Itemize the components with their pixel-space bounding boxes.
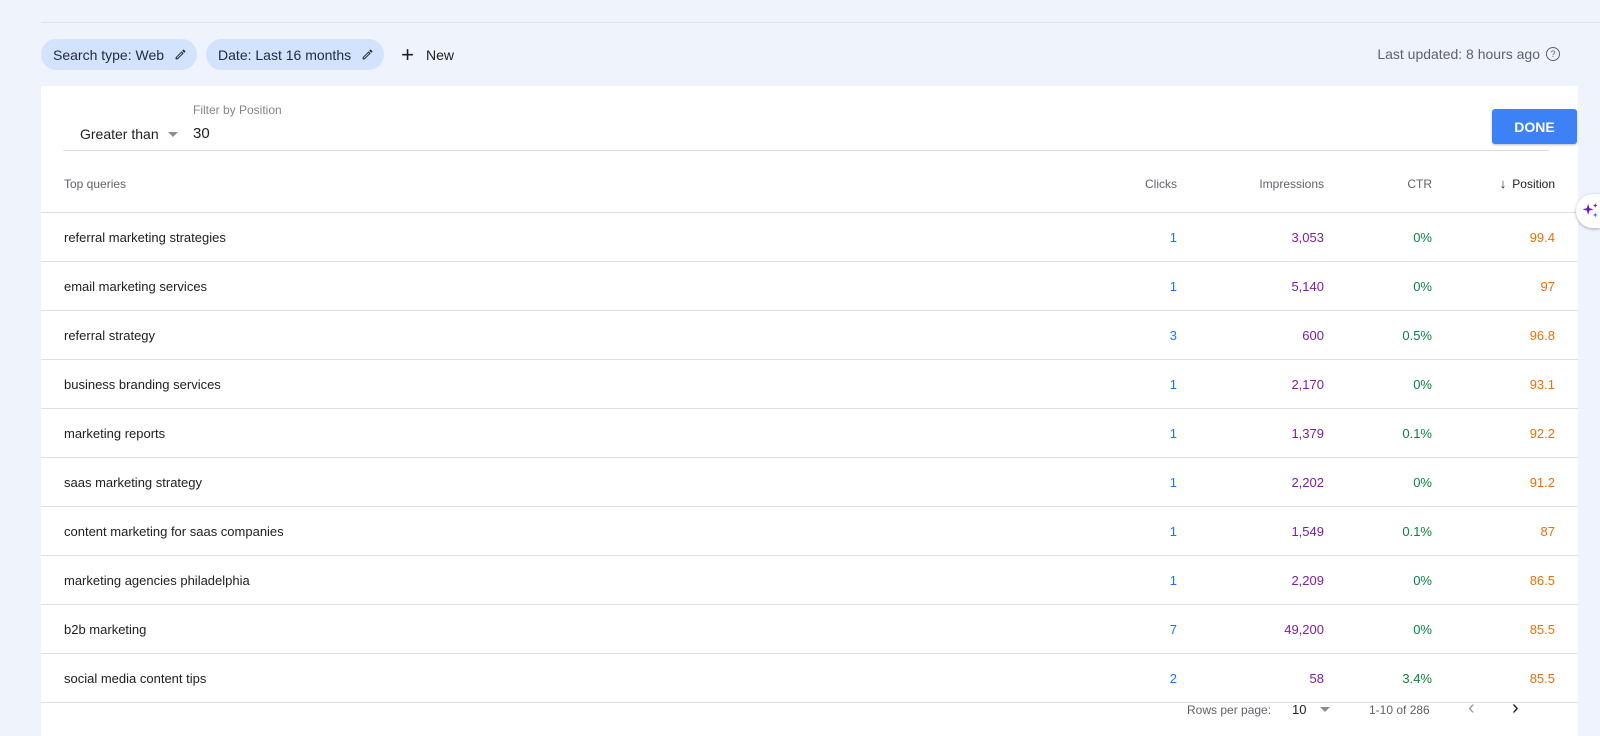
page-range: 1-10 of 286	[1369, 703, 1430, 717]
impressions-cell: 2,202	[1203, 457, 1351, 507]
query-cell: referral strategy	[41, 310, 1076, 360]
sparkle-icon[interactable]	[1576, 194, 1600, 228]
position-cell: 99.4	[1459, 212, 1578, 262]
table-row[interactable]: marketing agencies philadelphia 1 2,209 0% 8…	[41, 555, 1578, 605]
chevron-left-icon[interactable]: ‹	[1468, 697, 1475, 720]
queries-table: Top queries Clicks Impressions CTR ↓ Posi…	[41, 155, 1578, 703]
position-cell: 92.2	[1459, 408, 1578, 458]
done-button[interactable]: DONE	[1492, 109, 1577, 144]
header-impressions[interactable]: Impressions	[1203, 155, 1351, 213]
ctr-cell: 0.1%	[1351, 506, 1459, 556]
position-filter-input[interactable]	[193, 125, 393, 142]
chevron-right-icon[interactable]: ›	[1512, 697, 1519, 720]
table-row[interactable]: b2b marketing 7 49,200 0% 85.5	[41, 604, 1578, 654]
clicks-cell: 1	[1076, 408, 1203, 458]
filter-chips-bar: Search type: Web Date: Last 16 months + …	[41, 39, 454, 70]
position-cell: 87	[1459, 506, 1578, 556]
table-row[interactable]: saas marketing strategy 1 2,202 0% 91.2	[41, 457, 1578, 507]
last-updated: Last updated: 8 hours ago ?	[1377, 46, 1560, 62]
header-ctr[interactable]: CTR	[1351, 155, 1459, 213]
pencil-icon[interactable]	[174, 48, 187, 61]
query-cell: saas marketing strategy	[41, 457, 1076, 507]
query-cell: marketing agencies philadelphia	[41, 555, 1076, 605]
position-cell: 97	[1459, 261, 1578, 311]
query-cell: b2b marketing	[41, 604, 1076, 654]
position-cell: 85.5	[1459, 604, 1578, 654]
ctr-cell: 0%	[1351, 555, 1459, 605]
date-chip[interactable]: Date: Last 16 months	[206, 39, 385, 70]
ctr-cell: 0%	[1351, 212, 1459, 262]
rows-per-page-select[interactable]: 10	[1292, 702, 1331, 717]
position-cell: 96.8	[1459, 310, 1578, 360]
header-position-label: Position	[1512, 177, 1555, 191]
impressions-cell: 1,549	[1203, 506, 1351, 556]
search-type-chip[interactable]: Search type: Web	[41, 39, 198, 70]
clicks-cell: 7	[1076, 604, 1203, 654]
search-type-chip-label: Search type: Web	[53, 46, 165, 63]
position-cell: 91.2	[1459, 457, 1578, 507]
clicks-cell: 1	[1076, 212, 1203, 262]
filter-label: Filter by Position	[193, 103, 282, 117]
ctr-cell: 0%	[1351, 359, 1459, 409]
impressions-cell: 3,053	[1203, 212, 1351, 262]
dropdown-caret-icon	[167, 131, 178, 137]
pencil-icon[interactable]	[361, 48, 374, 61]
query-cell: marketing reports	[41, 408, 1076, 458]
impressions-cell: 2,170	[1203, 359, 1351, 409]
position-cell: 93.1	[1459, 359, 1578, 409]
table-header-row: Top queries Clicks Impressions CTR ↓ Posi…	[41, 155, 1578, 213]
impressions-cell: 600	[1203, 310, 1351, 360]
ctr-cell: 0%	[1351, 261, 1459, 311]
ctr-cell: 0%	[1351, 457, 1459, 507]
table-row[interactable]: email marketing services 1 5,140 0% 97	[41, 261, 1578, 311]
pagination: Rows per page: 10 1-10 of 286 ‹ ›	[41, 692, 1578, 726]
position-filter-row: Greater than Filter by Position DONE	[63, 86, 1577, 151]
ctr-cell: 0%	[1351, 604, 1459, 654]
sort-arrow-down-icon: ↓	[1499, 176, 1507, 191]
header-clicks[interactable]: Clicks	[1076, 155, 1203, 213]
query-cell: referral marketing strategies	[41, 212, 1076, 262]
plus-icon: +	[401, 41, 414, 67]
date-chip-label: Date: Last 16 months	[218, 46, 352, 63]
table-row[interactable]: content marketing for saas companies 1 1,5…	[41, 506, 1578, 556]
clicks-cell: 1	[1076, 506, 1203, 556]
query-cell: email marketing services	[41, 261, 1076, 311]
last-updated-text: Last updated: 8 hours ago	[1377, 46, 1540, 62]
clicks-cell: 1	[1076, 555, 1203, 605]
table-row[interactable]: business branding services 1 2,170 0% 93.1	[41, 359, 1578, 409]
clicks-cell: 1	[1076, 457, 1203, 507]
queries-card: Greater than Filter by Position DONE Top…	[41, 86, 1578, 736]
operator-value: Greater than	[80, 126, 159, 142]
clicks-cell: 1	[1076, 261, 1203, 311]
ctr-cell: 0.5%	[1351, 310, 1459, 360]
clicks-cell: 3	[1076, 310, 1203, 360]
table-body: referral marketing strategies 1 3,053 0% 99.…	[41, 212, 1578, 703]
rows-per-page-value: 10	[1292, 702, 1307, 717]
ctr-cell: 0.1%	[1351, 408, 1459, 458]
header-position[interactable]: ↓ Position	[1459, 155, 1578, 213]
rows-per-page-label: Rows per page:	[1187, 703, 1272, 717]
dropdown-caret-icon	[1320, 707, 1331, 712]
impressions-cell: 1,379	[1203, 408, 1351, 458]
table-row[interactable]: referral marketing strategies 1 3,053 0% 99.…	[41, 212, 1578, 262]
header-top-queries[interactable]: Top queries	[41, 155, 1076, 213]
query-cell: content marketing for saas companies	[41, 506, 1076, 556]
impressions-cell: 5,140	[1203, 261, 1351, 311]
new-filter-label: New	[425, 46, 454, 63]
help-icon[interactable]: ?	[1546, 47, 1560, 61]
operator-select[interactable]: Greater than	[80, 126, 178, 142]
impressions-cell: 2,209	[1203, 555, 1351, 605]
new-filter-button[interactable]: + New	[401, 41, 454, 67]
clicks-cell: 1	[1076, 359, 1203, 409]
table-row[interactable]: referral strategy 3 600 0.5% 96.8	[41, 310, 1578, 360]
table-row[interactable]: marketing reports 1 1,379 0.1% 92.2	[41, 408, 1578, 458]
query-cell: business branding services	[41, 359, 1076, 409]
top-divider	[41, 22, 1600, 23]
position-cell: 86.5	[1459, 555, 1578, 605]
impressions-cell: 49,200	[1203, 604, 1351, 654]
